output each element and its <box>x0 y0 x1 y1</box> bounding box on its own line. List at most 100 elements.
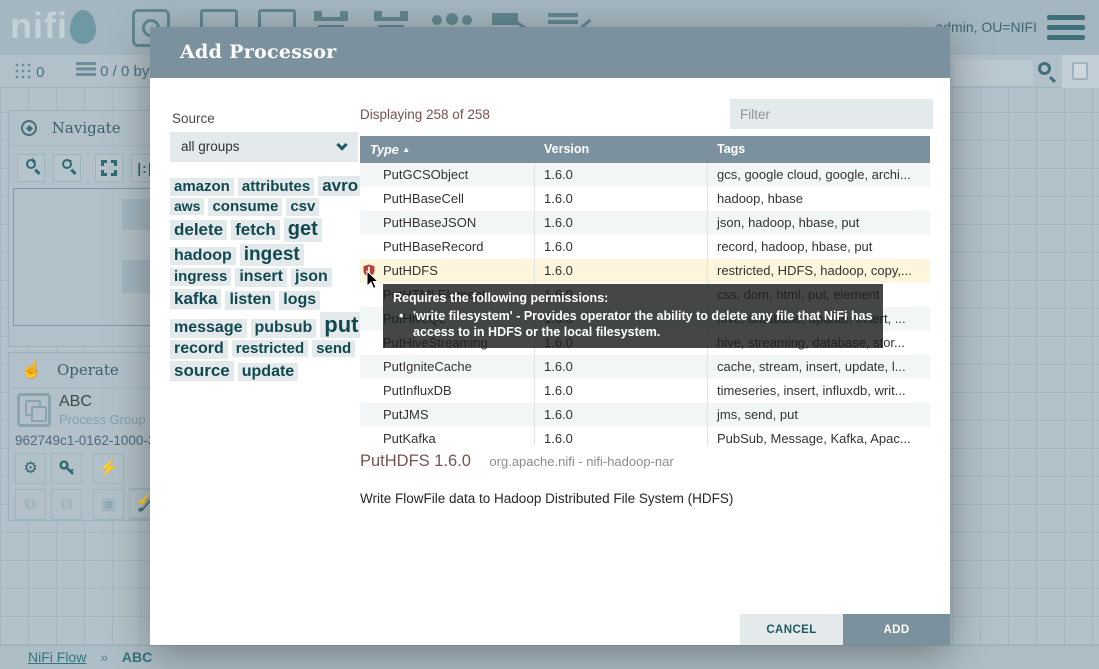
selected-component-type: Process Group <box>59 412 146 427</box>
access-policies-button[interactable] <box>51 453 82 484</box>
cell-tags: restricted, HDFS, hadoop, copy,... <box>708 259 930 283</box>
processor-row-PutKafka[interactable]: PutKafka1.6.0PubSub, Message, Kafka, Apa… <box>360 427 930 446</box>
tag-amazon[interactable]: amazon <box>170 178 234 196</box>
cell-type: PutGCSObject <box>360 163 535 187</box>
tag-kafka[interactable]: kafka <box>170 289 221 309</box>
tag-attributes[interactable]: attributes <box>238 178 314 196</box>
processor-row-PutHBaseCell[interactable]: PutHBaseCell1.6.0hadoop, hbase <box>360 187 930 211</box>
hand-pointer-icon: ☝ <box>21 360 42 380</box>
processor-row-PutJMS[interactable]: PutJMS1.6.0jms, send, put <box>360 403 930 427</box>
tag-avro[interactable]: avro <box>318 176 362 196</box>
cell-version: 1.6.0 <box>535 427 708 446</box>
queued-count-stat: 0 / 0 byt <box>76 62 150 80</box>
search-icon[interactable] <box>1038 62 1051 80</box>
bulletin-icon <box>1072 62 1088 80</box>
tag-listen[interactable]: listen <box>225 291 275 310</box>
processor-row-PutHDFS[interactable]: PutHDFS1.6.0restricted, HDFS, hadoop, co… <box>360 259 930 283</box>
filter-input[interactable] <box>730 99 933 129</box>
selected-component-name: ABC <box>59 393 92 411</box>
copy-button[interactable]: ⧉ <box>15 489 46 520</box>
cell-type: PutIgniteCache <box>360 355 535 379</box>
cancel-button[interactable]: CANCEL <box>740 614 843 645</box>
breadcrumb-current: ABC <box>122 649 152 665</box>
tag-hadoop[interactable]: hadoop <box>170 247 236 266</box>
processor-row-PutIgniteCache[interactable]: PutIgniteCache1.6.0cache, stream, insert… <box>360 355 930 379</box>
zoom-out-button[interactable]: − <box>53 154 81 182</box>
cell-tags: record, hadoop, hbase, put <box>708 235 930 259</box>
group-button[interactable]: ▣ <box>93 489 124 520</box>
source-group-select[interactable]: all groups <box>170 132 358 162</box>
thread-count-stat: 0 <box>14 62 45 81</box>
operate-title: Operate <box>57 361 119 379</box>
add-processor-dialog: Add Processor Source all groups amazonat… <box>150 27 950 645</box>
cell-version: 1.6.0 <box>535 163 708 187</box>
cell-version: 1.6.0 <box>535 259 708 283</box>
key-icon <box>58 459 76 477</box>
cell-tags: cache, stream, insert, update, l... <box>708 355 930 379</box>
selected-processor-bundle: org.apache.nifi - nifi-hadoop-nar <box>489 454 673 469</box>
column-header-version[interactable]: Version <box>535 136 708 163</box>
processor-row-PutHBaseRecord[interactable]: PutHBaseRecord1.6.0record, hadoop, hbase… <box>360 235 930 259</box>
cell-tags: PubSub, Message, Kafka, Apac... <box>708 427 930 446</box>
search-input[interactable] <box>953 60 1033 85</box>
configure-button[interactable]: ⚙ <box>15 453 46 484</box>
tag-ingest[interactable]: ingest <box>240 244 304 266</box>
tag-delete[interactable]: delete <box>170 220 227 240</box>
queue-icon <box>76 62 96 78</box>
current-user-label: admin, OU=NIFI <box>935 19 1037 35</box>
cell-version: 1.6.0 <box>535 379 708 403</box>
tag-get[interactable]: get <box>284 218 322 242</box>
processor-row-PutGCSObject[interactable]: PutGCSObject1.6.0gcs, google cloud, goog… <box>360 163 930 187</box>
tag-aws[interactable]: aws <box>170 198 204 215</box>
zoom-fit-button[interactable] <box>95 154 123 182</box>
processor-row-PutHBaseJSON[interactable]: PutHBaseJSON1.6.0json, hadoop, hbase, pu… <box>360 211 930 235</box>
cell-tags: gcs, google cloud, google, archi... <box>708 163 930 187</box>
processor-row-PutInfluxDB[interactable]: PutInfluxDB1.6.0timeseries, insert, infl… <box>360 379 930 403</box>
nifi-drop-icon <box>70 10 96 44</box>
selection-details: PutHDFS 1.6.0 org.apache.nifi - nifi-had… <box>360 452 920 471</box>
tag-record[interactable]: record <box>170 340 228 359</box>
cell-version: 1.6.0 <box>535 355 708 379</box>
tag-restricted[interactable]: restricted <box>232 340 308 358</box>
breadcrumb-root-link[interactable]: NiFi Flow <box>28 649 86 665</box>
cell-type: PutHBaseJSON <box>360 211 535 235</box>
column-header-type[interactable]: Type ▲ <box>360 136 535 163</box>
global-menu-button[interactable] <box>1047 15 1085 41</box>
tag-logs[interactable]: logs <box>279 291 320 310</box>
tooltip-bullet: 'write filesystem' - Provides operator t… <box>393 308 873 340</box>
tag-insert[interactable]: insert <box>235 268 287 287</box>
tag-message[interactable]: message <box>170 319 247 338</box>
add-button[interactable]: ADD <box>843 614 950 645</box>
tag-consume[interactable]: consume <box>208 198 282 216</box>
tag-pubsub[interactable]: pubsub <box>251 319 317 338</box>
bulletin-board-button[interactable] <box>1062 55 1099 88</box>
cell-type: PutJMS <box>360 403 535 427</box>
dialog-title: Add Processor <box>150 27 950 78</box>
start-button[interactable]: ⚡ <box>93 453 124 484</box>
cell-type: PutInfluxDB <box>360 379 535 403</box>
tooltip-intro: Requires the following permissions: <box>393 290 873 306</box>
hamburger-icon <box>1047 15 1085 20</box>
tag-fetch[interactable]: fetch <box>231 220 280 240</box>
process-group-badge-icon <box>17 393 51 427</box>
tag-put[interactable]: put <box>320 312 362 338</box>
cell-tags: json, hadoop, hbase, put <box>708 211 930 235</box>
cell-type: PutHDFS <box>360 259 535 283</box>
tag-ingress[interactable]: ingress <box>170 268 231 286</box>
tag-csv[interactable]: csv <box>286 198 319 216</box>
displaying-count: Displaying 258 of 258 <box>360 107 490 122</box>
chevron-down-icon <box>336 139 347 150</box>
tag-cloud: amazonattributesavro awsconsumecsv deletef… <box>168 175 366 382</box>
column-header-tags[interactable]: Tags <box>708 136 930 163</box>
zoom-in-button[interactable]: + <box>17 154 45 182</box>
cell-version: 1.6.0 <box>535 187 708 211</box>
compass-icon <box>21 120 37 136</box>
source-label: Source <box>172 111 215 126</box>
paste-button[interactable]: ⧉ <box>51 489 82 520</box>
tag-update[interactable]: update <box>238 363 298 382</box>
cell-tags: timeseries, insert, influxdb, writ... <box>708 379 930 403</box>
cell-version: 1.6.0 <box>535 235 708 259</box>
tag-send[interactable]: send <box>312 340 355 358</box>
tag-source[interactable]: source <box>170 361 234 381</box>
tag-json[interactable]: json <box>291 268 332 287</box>
